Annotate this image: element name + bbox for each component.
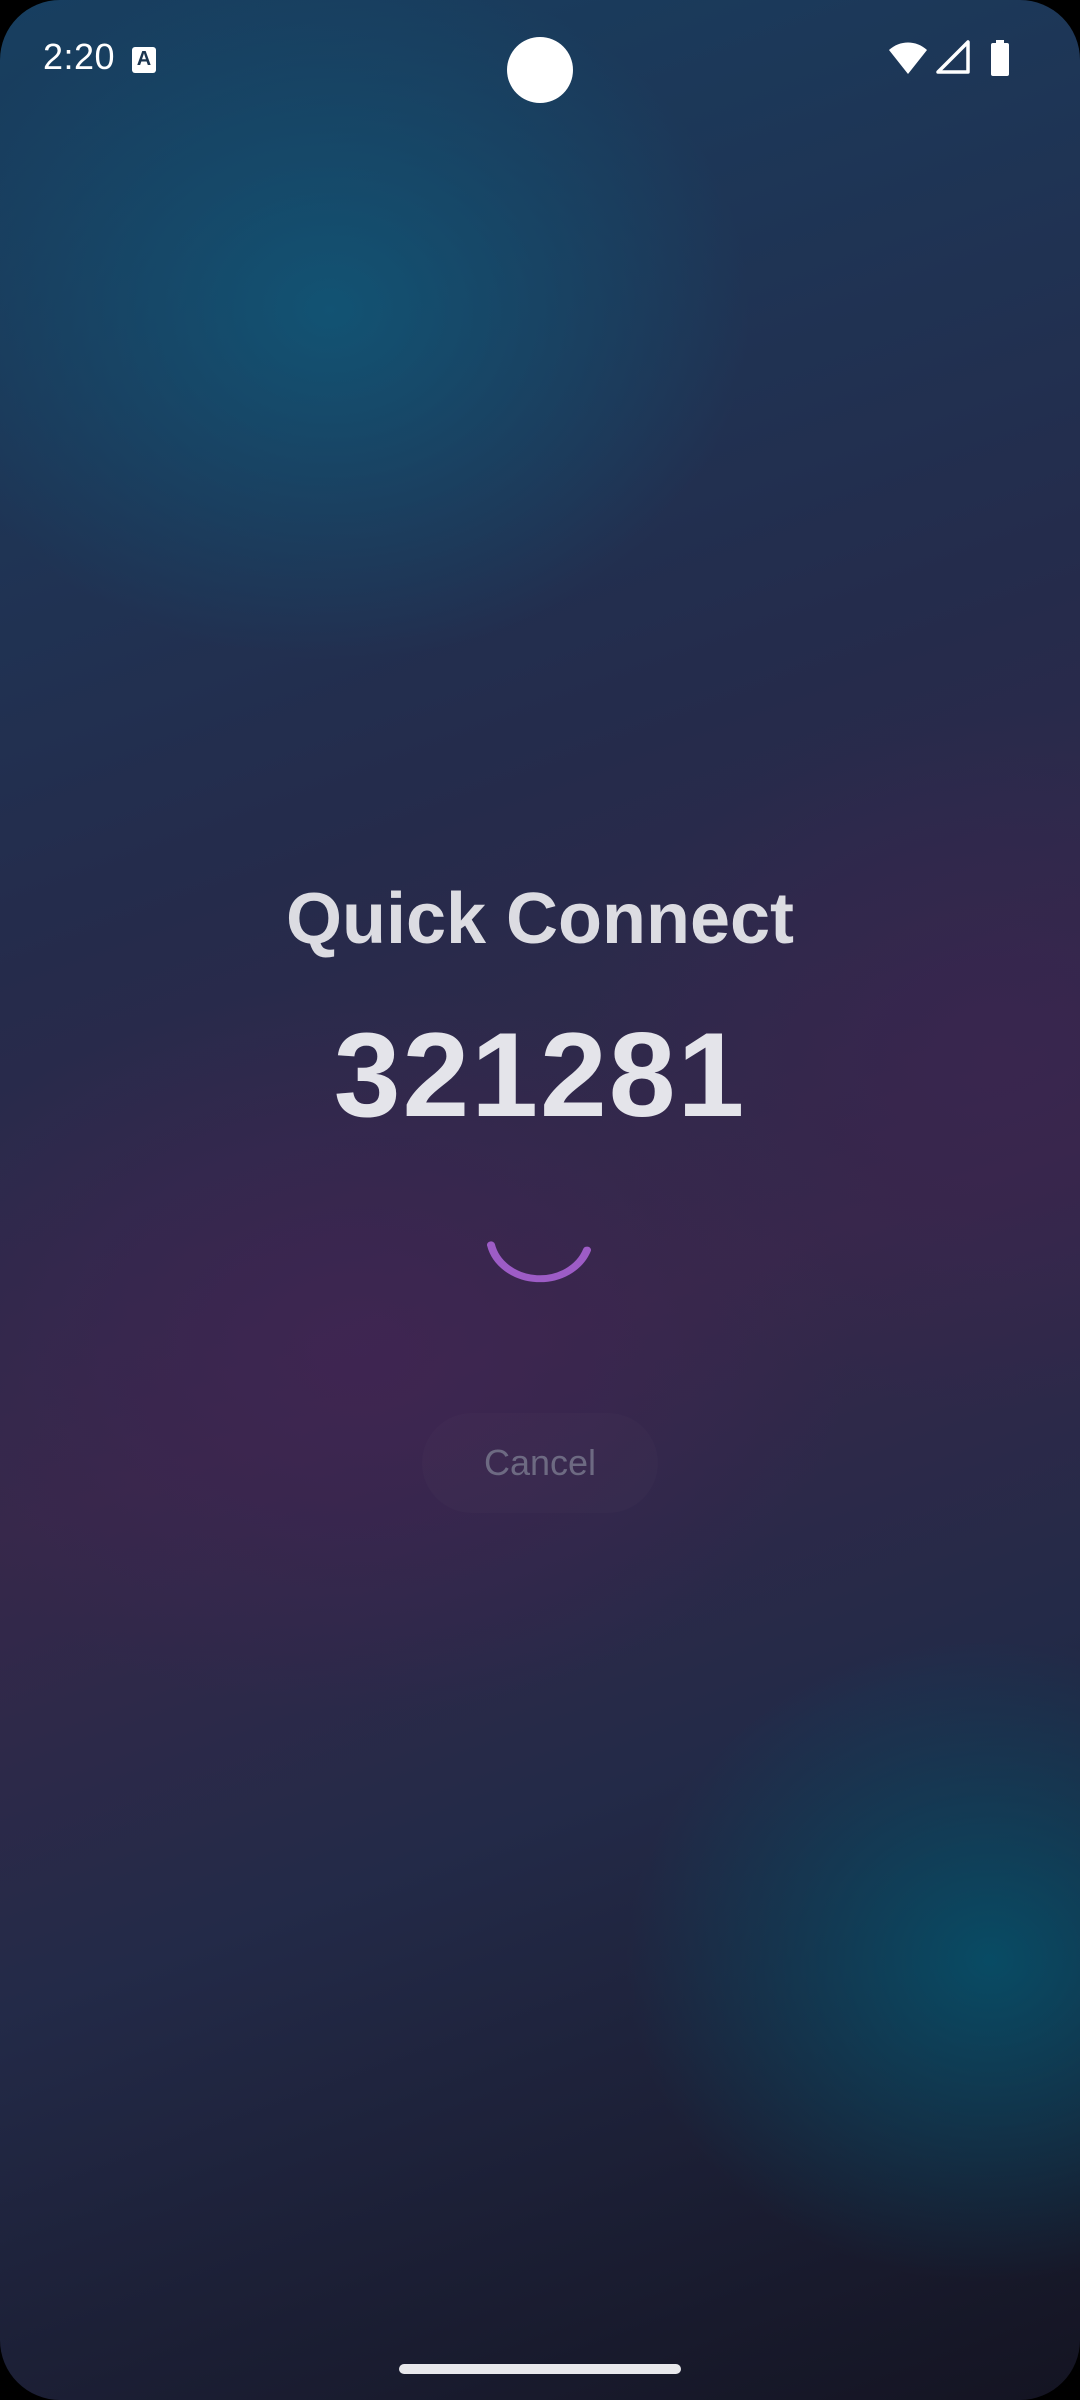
text-a-icon-glyph: A: [136, 48, 152, 70]
status-bar: 2:20 A: [0, 0, 1080, 120]
page-title: Quick Connect: [285, 879, 795, 959]
status-time: 2:20: [43, 36, 116, 77]
cancel-button[interactable]: Cancel: [422, 1413, 658, 1513]
wifi-icon: [889, 42, 927, 74]
battery-icon: [991, 40, 1009, 76]
quick-connect-code: 321281: [333, 1008, 747, 1142]
cellular-signal-icon: [936, 40, 970, 74]
spinner-icon: [487, 1241, 591, 1283]
camera-cutout: [507, 37, 573, 103]
home-indicator[interactable]: [399, 2364, 681, 2374]
app-screen: 2:20 A Quick Connect 321281 Cancel: [0, 0, 1080, 2400]
text-a-icon: A: [132, 47, 156, 73]
